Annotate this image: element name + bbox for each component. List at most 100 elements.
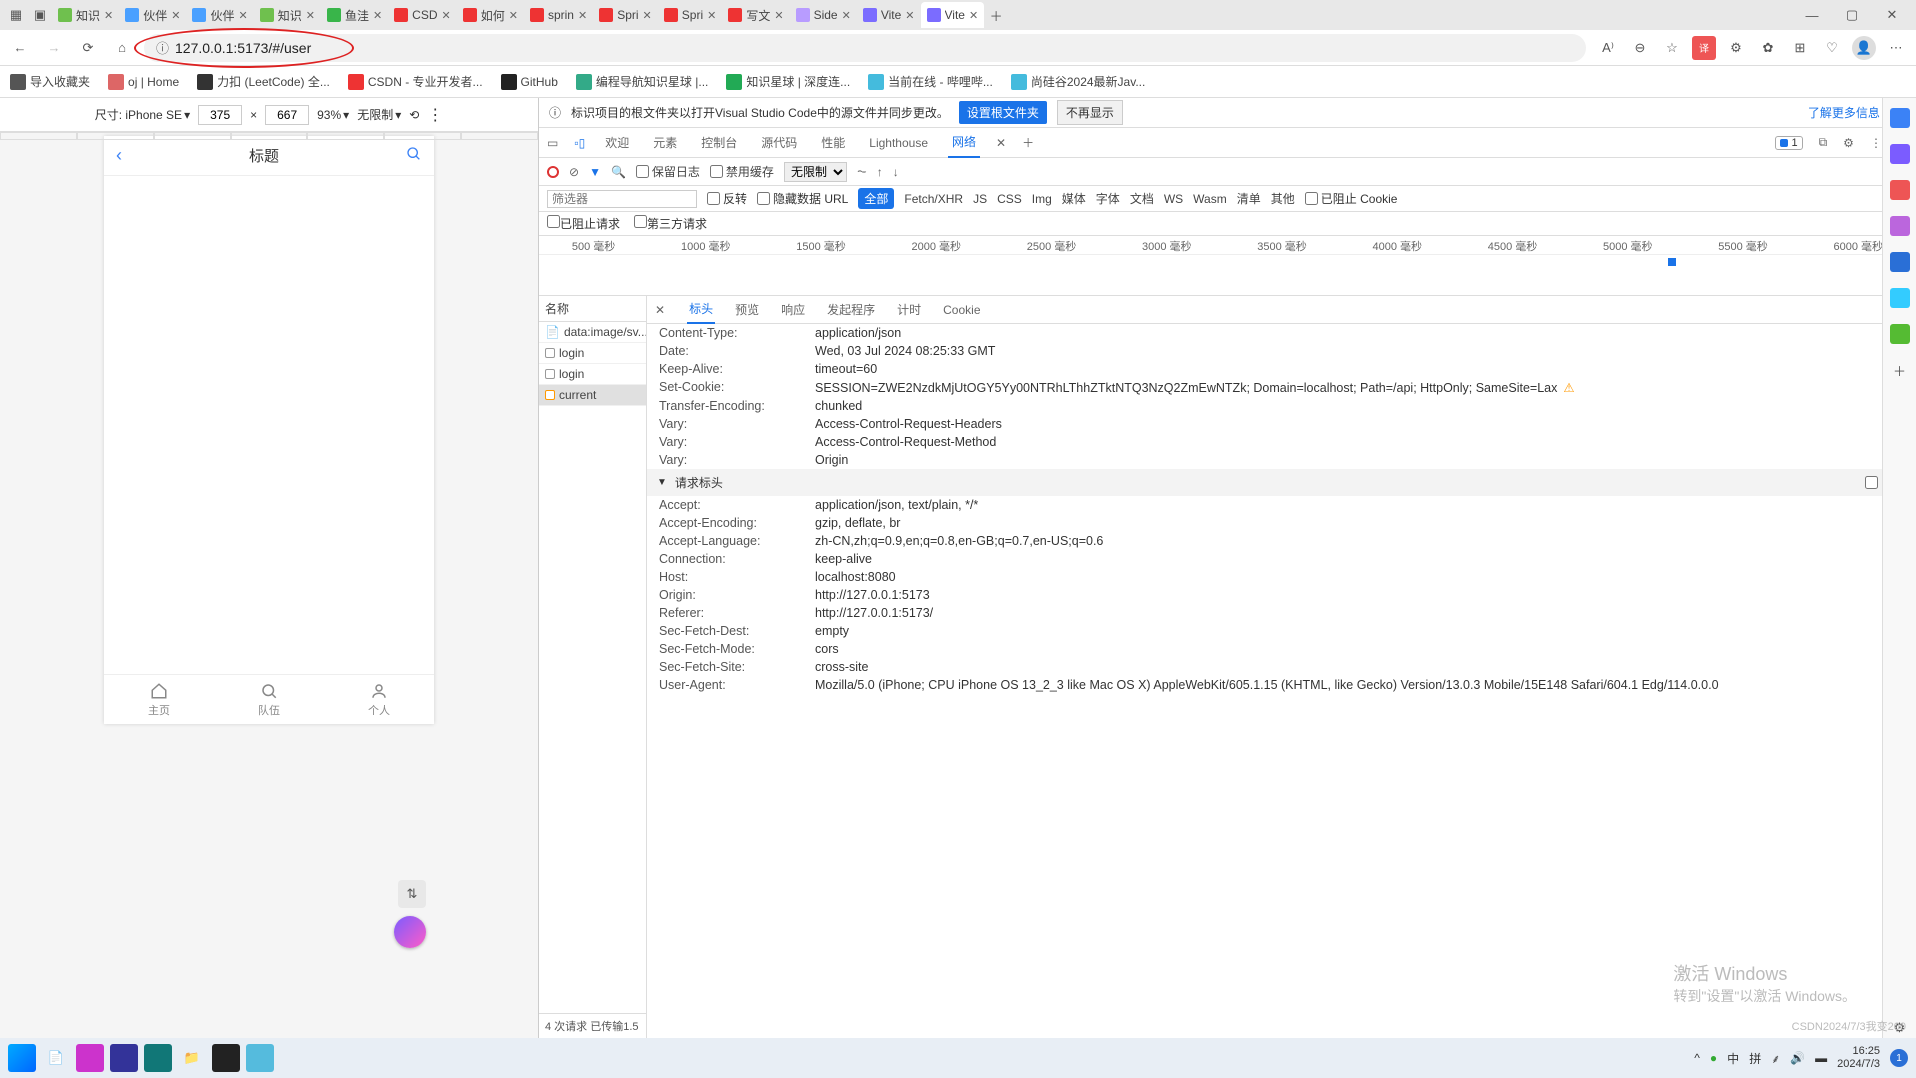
- bookmark-item[interactable]: GitHub: [501, 74, 558, 90]
- throttle-select[interactable]: 无限制: [784, 162, 847, 182]
- dismiss-button[interactable]: 不再显示: [1057, 100, 1123, 125]
- detail-tab[interactable]: 标头: [687, 295, 715, 324]
- person-rail-icon[interactable]: [1890, 216, 1910, 236]
- home-button[interactable]: ⌂: [110, 36, 134, 60]
- detail-tab[interactable]: Cookie: [941, 298, 982, 322]
- fruit-rail-icon[interactable]: [1890, 324, 1910, 344]
- browser-tab[interactable]: 知识✕: [52, 2, 119, 28]
- browser-tab[interactable]: 伙伴✕: [119, 2, 186, 28]
- float-brain-icon[interactable]: [394, 916, 426, 948]
- bookmark-item[interactable]: 知识星球 | 深度连...: [726, 73, 850, 90]
- browser-essentials-icon[interactable]: ♡: [1820, 36, 1844, 60]
- send-rail-icon[interactable]: [1890, 288, 1910, 308]
- browser-tab[interactable]: Vite✕: [921, 2, 985, 28]
- tag-rail-icon[interactable]: [1890, 144, 1910, 164]
- taskbar-notepad[interactable]: [246, 1044, 274, 1072]
- browser-tab[interactable]: CSD✕: [388, 2, 457, 28]
- detail-tab[interactable]: 计时: [895, 296, 923, 323]
- bookmark-item[interactable]: 编程导航知识星球 |...: [576, 73, 708, 90]
- request-headers-section[interactable]: ▼请求标头原始: [647, 469, 1916, 496]
- devtools-tab[interactable]: 网络: [948, 127, 980, 158]
- tabbar-item[interactable]: 队伍: [214, 675, 324, 724]
- tray-status-icon[interactable]: ●: [1710, 1051, 1717, 1065]
- browser-tab[interactable]: Spri✕: [658, 2, 723, 28]
- request-row[interactable]: login: [539, 364, 646, 385]
- float-tool-icon[interactable]: ⇅: [398, 880, 426, 908]
- devtools-tab[interactable]: 欢迎: [601, 128, 633, 157]
- refresh-button[interactable]: ⟳: [76, 36, 100, 60]
- filter-input[interactable]: [547, 190, 697, 208]
- resource-type-filter[interactable]: 文档: [1130, 190, 1154, 207]
- ime-lang[interactable]: 中: [1727, 1050, 1739, 1067]
- bookmark-item[interactable]: 力扣 (LeetCode) 全...: [197, 73, 330, 90]
- bookmark-item[interactable]: 尚硅谷2024最新Jav...: [1011, 73, 1145, 90]
- upload-icon[interactable]: ↑: [877, 165, 883, 179]
- name-column-header[interactable]: 名称: [539, 296, 646, 322]
- url-input[interactable]: ⓘ 127.0.0.1:5173/#/user: [144, 34, 1586, 62]
- devtools-tab[interactable]: 控制台: [697, 128, 741, 157]
- bookmark-item[interactable]: 导入收藏夹: [10, 73, 90, 90]
- resource-type-filter[interactable]: 媒体: [1062, 190, 1086, 207]
- detail-tab[interactable]: 发起程序: [825, 296, 877, 323]
- browser-tab[interactable]: Vite✕: [857, 2, 921, 28]
- battery-icon[interactable]: ▬: [1815, 1051, 1827, 1065]
- rotate-icon[interactable]: ⟲: [409, 108, 419, 122]
- resource-type-filter[interactable]: CSS: [997, 192, 1022, 206]
- filter-icon[interactable]: ▼: [589, 165, 601, 179]
- issues-badge[interactable]: 1: [1775, 136, 1802, 150]
- taskbar-folder[interactable]: 📁: [178, 1044, 206, 1072]
- device-height-input[interactable]: [265, 105, 309, 125]
- taskbar-app2[interactable]: [110, 1044, 138, 1072]
- tray-clock[interactable]: 16:25 2024/7/3: [1837, 1045, 1880, 1071]
- wifi-icon[interactable]: ⏦: [857, 164, 867, 179]
- taskbar-terminal[interactable]: [212, 1044, 240, 1072]
- request-row[interactable]: current: [539, 385, 646, 406]
- link-icon[interactable]: ⧉: [1819, 135, 1828, 150]
- request-row[interactable]: 📄data:image/sv...: [539, 322, 646, 343]
- blocked-requests-checkbox[interactable]: 已阻止请求: [547, 215, 620, 232]
- search-icon[interactable]: 🔍: [611, 165, 626, 179]
- add-rail-icon[interactable]: ＋: [1890, 360, 1910, 380]
- site-info-icon[interactable]: ⓘ: [156, 38, 169, 57]
- extensions-icon[interactable]: ⚙: [1724, 36, 1748, 60]
- detail-tab[interactable]: 预览: [733, 296, 761, 323]
- resource-type-filter[interactable]: 清单: [1237, 190, 1261, 207]
- browser-tab[interactable]: 如何✕: [457, 2, 524, 28]
- start-button[interactable]: [8, 1044, 36, 1072]
- record-icon[interactable]: [547, 166, 559, 178]
- app-back-icon[interactable]: ‹: [116, 145, 122, 166]
- set-root-button[interactable]: 设置根文件夹: [959, 101, 1047, 124]
- blocked-cookie-checkbox[interactable]: 已阻止 Cookie: [1305, 190, 1398, 207]
- window-maximize[interactable]: ▢: [1832, 1, 1872, 29]
- browser-tab[interactable]: 伙伴✕: [186, 2, 253, 28]
- preserve-log-checkbox[interactable]: 保留日志: [636, 163, 700, 180]
- more-icon[interactable]: ⋮: [1870, 136, 1882, 150]
- tabbar-item[interactable]: 主页: [104, 675, 214, 724]
- detail-close-icon[interactable]: ✕: [655, 303, 665, 317]
- clear-icon[interactable]: ⊘: [569, 165, 579, 179]
- translate-icon[interactable]: 译: [1692, 36, 1716, 60]
- favorite-icon[interactable]: ☆: [1660, 36, 1684, 60]
- third-party-checkbox[interactable]: 第三方请求: [634, 215, 707, 232]
- menu-icon[interactable]: ⋯: [1884, 36, 1908, 60]
- detail-tab[interactable]: 响应: [779, 296, 807, 323]
- browser-tab[interactable]: 写文✕: [722, 2, 789, 28]
- throttle-selector[interactable]: 无限制 ▾: [357, 106, 401, 123]
- devtools-tab[interactable]: 性能: [817, 128, 849, 157]
- devtools-tab[interactable]: 源代码: [757, 128, 801, 157]
- tabbar-item[interactable]: 个人: [324, 675, 434, 724]
- resource-type-filter[interactable]: 字体: [1096, 190, 1120, 207]
- hide-data-url-checkbox[interactable]: 隐藏数据 URL: [757, 190, 848, 207]
- learn-more-link[interactable]: 了解更多信息: [1808, 104, 1880, 121]
- favorites-bar-icon[interactable]: ✿: [1756, 36, 1780, 60]
- browser-tab[interactable]: 鱼洼✕: [321, 2, 388, 28]
- bookmark-item[interactable]: CSDN - 专业开发者...: [348, 73, 483, 90]
- profile-avatar[interactable]: 👤: [1852, 36, 1876, 60]
- browser-tab[interactable]: sprin✕: [524, 2, 593, 28]
- tab-overview-icon[interactable]: ▣: [30, 5, 50, 25]
- bookmark-item[interactable]: oj | Home: [108, 74, 179, 90]
- browser-tab[interactable]: Spri✕: [593, 2, 658, 28]
- outlook-rail-icon[interactable]: [1890, 252, 1910, 272]
- devtools-tab[interactable]: Lighthouse: [865, 130, 932, 156]
- back-button[interactable]: ←: [8, 36, 32, 60]
